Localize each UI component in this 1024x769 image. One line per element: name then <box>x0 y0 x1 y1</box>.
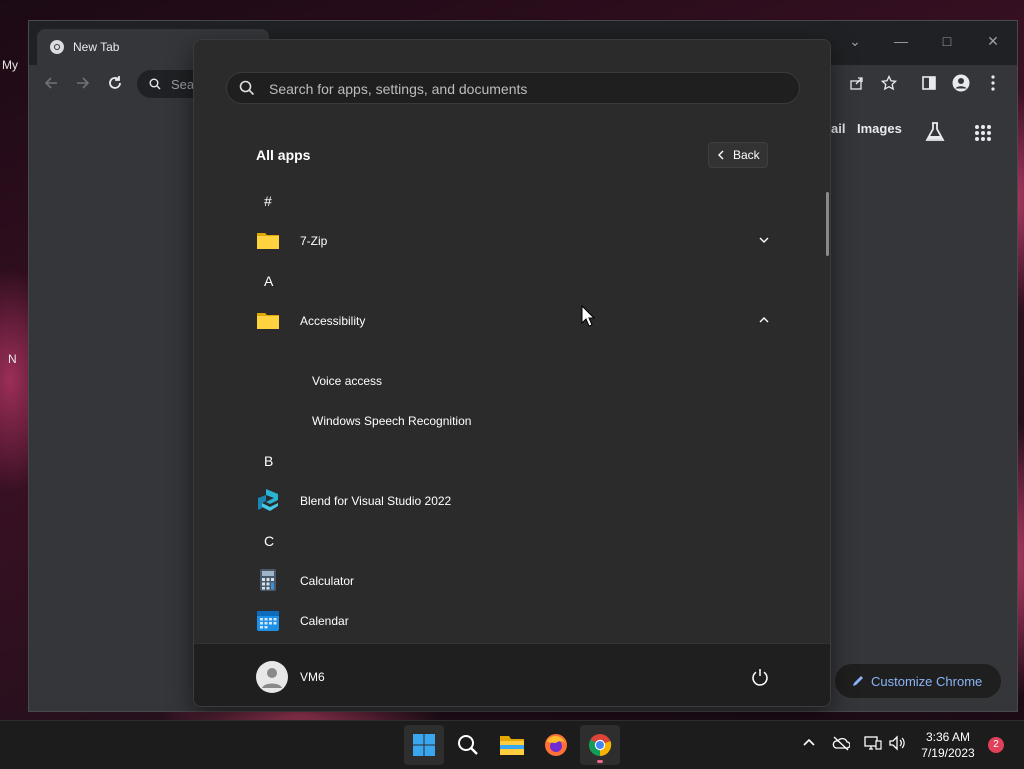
letter-header[interactable]: # <box>194 180 814 220</box>
pencil-icon <box>853 676 863 686</box>
chrome-icon <box>589 734 612 756</box>
search-icon <box>149 78 161 90</box>
system-clock[interactable]: 3:36 AM 7/19/2023 <box>912 729 984 761</box>
onedrive-offline-icon[interactable] <box>832 735 850 751</box>
start-footer: VM6 <box>194 643 830 706</box>
minimize-button[interactable]: — <box>887 27 915 55</box>
start-search-box[interactable] <box>226 72 800 104</box>
side-panel-icon[interactable] <box>915 69 943 97</box>
power-icon[interactable] <box>750 667 770 687</box>
firefox-icon <box>545 734 567 756</box>
firefox-button[interactable] <box>536 725 576 765</box>
chevron-up-icon[interactable] <box>802 735 816 749</box>
more-menu-icon[interactable] <box>979 69 1007 97</box>
letter-label: A <box>264 273 274 289</box>
customize-chrome-label: Customize Chrome <box>871 673 983 689</box>
active-app-indicator <box>597 760 603 763</box>
desktop-icon-label[interactable]: N <box>8 352 17 366</box>
chevron-left-icon <box>718 150 724 160</box>
forward-arrow-icon[interactable] <box>69 69 97 97</box>
apps-grid-icon[interactable] <box>974 124 992 142</box>
letter-label: C <box>264 533 275 549</box>
list-item-windows-speech-recognition[interactable]: Windows Speech Recognition <box>194 400 814 440</box>
windows-start-icon <box>413 734 435 756</box>
app-name: 7-Zip <box>300 234 328 248</box>
calculator-icon <box>260 569 276 591</box>
file-explorer-icon <box>500 736 524 755</box>
search-icon <box>458 735 478 755</box>
taskbar-search-button[interactable] <box>448 725 488 765</box>
start-menu: All apps Back # 7-Zip A Accessibility <box>193 39 831 707</box>
list-item-accessibility[interactable]: Accessibility <box>194 300 814 340</box>
images-link[interactable]: Images <box>857 121 902 136</box>
search-icon <box>239 80 255 96</box>
folder-icon <box>257 313 279 329</box>
start-button[interactable] <box>404 725 444 765</box>
gmail-link[interactable]: ail <box>831 121 845 136</box>
reload-icon[interactable] <box>101 69 129 97</box>
all-apps-list: # 7-Zip A Accessibility Voice access Win… <box>194 180 814 643</box>
chrome-logo-icon <box>50 40 64 54</box>
file-explorer-button[interactable] <box>492 725 532 765</box>
app-name: Blend for Visual Studio 2022 <box>300 494 452 508</box>
list-item-voice-access[interactable]: Voice access <box>194 360 814 400</box>
chrome-taskbar-button[interactable] <box>580 725 620 765</box>
desktop-icon-label[interactable]: My <box>2 58 18 72</box>
all-apps-title: All apps <box>256 147 311 163</box>
taskbar: 3:36 AM 7/19/2023 2 <box>0 720 1024 769</box>
app-name: Calendar <box>300 614 349 628</box>
profile-icon[interactable] <box>947 69 975 97</box>
app-name: Voice access <box>312 374 383 388</box>
user-name[interactable]: VM6 <box>300 670 325 684</box>
letter-header[interactable]: B <box>194 440 814 480</box>
network-icon[interactable] <box>864 735 882 751</box>
list-item-calculator[interactable]: Calculator <box>194 560 814 600</box>
share-icon[interactable] <box>843 69 871 97</box>
mouse-cursor-icon <box>581 305 595 327</box>
app-name: Windows Speech Recognition <box>312 414 472 428</box>
folder-icon <box>257 233 279 249</box>
scrollbar-thumb[interactable] <box>826 192 829 256</box>
maximize-button[interactable]: □ <box>933 27 961 55</box>
letter-label: B <box>264 453 274 469</box>
letter-header[interactable]: A <box>194 260 814 300</box>
letter-label: # <box>264 193 272 209</box>
blend-icon <box>258 489 278 511</box>
app-name: Accessibility <box>300 314 366 328</box>
notification-badge[interactable]: 2 <box>988 737 1004 753</box>
list-item-7zip[interactable]: 7-Zip <box>194 220 814 260</box>
user-icon <box>262 668 282 688</box>
close-button[interactable]: ✕ <box>979 27 1007 55</box>
letter-header[interactable]: C <box>194 520 814 560</box>
volume-icon[interactable] <box>888 735 906 751</box>
app-name: Calculator <box>300 574 355 588</box>
chevron-up-icon[interactable] <box>756 312 772 328</box>
avatar[interactable] <box>256 661 288 693</box>
customize-chrome-button[interactable]: Customize Chrome <box>835 664 1001 698</box>
clock-time: 3:36 AM <box>925 730 971 744</box>
back-arrow-icon[interactable] <box>37 69 65 97</box>
clock-date: 7/19/2023 <box>921 746 975 760</box>
back-button[interactable]: Back <box>708 142 768 168</box>
labs-flask-icon[interactable] <box>925 121 945 143</box>
back-button-label: Back <box>733 148 760 162</box>
address-bar-placeholder: Sea <box>171 77 195 92</box>
search-input[interactable] <box>267 75 791 103</box>
tab-title: New Tab <box>73 40 120 54</box>
chevron-down-icon[interactable] <box>756 232 772 248</box>
tab-search-icon[interactable]: ⌄ <box>841 27 869 55</box>
list-item-calendar[interactable]: Calendar <box>194 600 814 640</box>
list-item-blend[interactable]: Blend for Visual Studio 2022 <box>194 480 814 520</box>
calendar-icon <box>257 611 279 631</box>
bookmark-star-icon[interactable] <box>875 69 903 97</box>
